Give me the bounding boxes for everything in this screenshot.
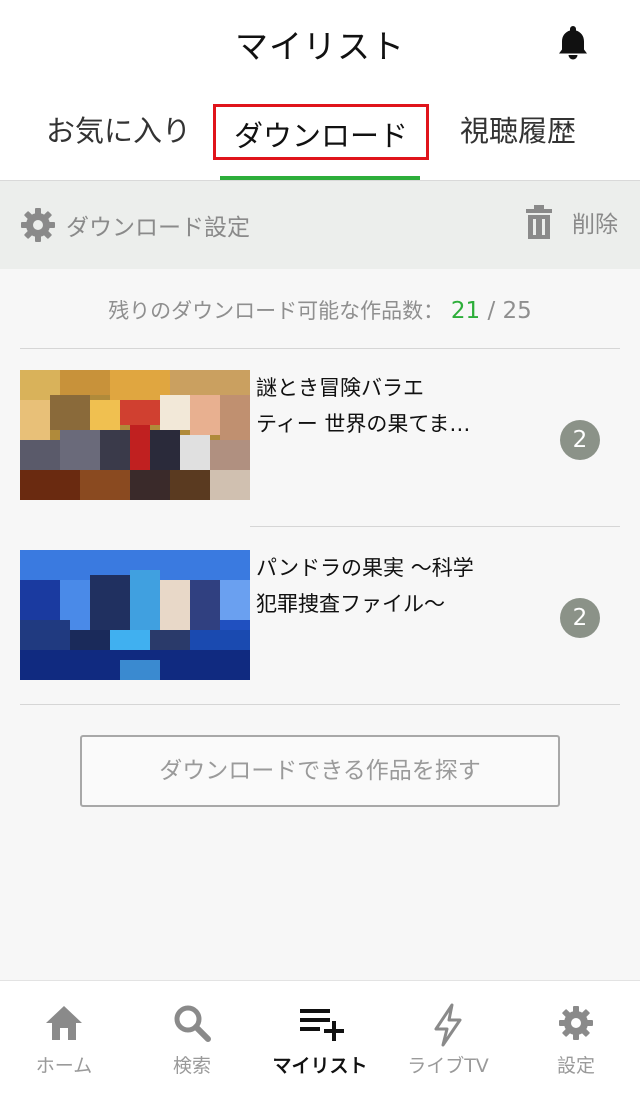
thumbnail-image (20, 550, 250, 680)
item-title: パンドラの果実 〜科学 犯罪捜査ファイル〜 (256, 550, 516, 622)
trash-icon (526, 205, 552, 239)
nav-mylist[interactable]: マイリスト (256, 981, 384, 1097)
item-title-line-1: 謎とき冒険バラエ (256, 376, 424, 400)
episode-count-badge: 2 (560, 420, 600, 460)
lightning-icon (434, 1003, 462, 1047)
nav-settings[interactable]: 設定 (512, 981, 640, 1097)
delete-button[interactable]: 削除 (524, 205, 618, 239)
total-count: 25 (502, 298, 532, 324)
thumbnail-image (20, 370, 250, 500)
bell-icon[interactable] (553, 22, 593, 62)
nav-search[interactable]: 検索 (128, 981, 256, 1097)
mylist-add-icon (300, 1009, 344, 1041)
download-remaining-counter: 残りのダウンロード可能な作品数： 21 / 25 (0, 295, 640, 325)
tab-bar: お気に入り ダウンロード 視聴履歴 (0, 84, 640, 181)
item-title-line-2: ティー 世界の果てま… (256, 412, 471, 436)
tab-favorites[interactable]: お気に入り (46, 108, 191, 150)
nav-home-label: ホーム (35, 1055, 93, 1077)
app-header: マイリスト (0, 0, 640, 84)
page-title: マイリスト (235, 27, 405, 66)
find-downloadable-button[interactable]: ダウンロードできる作品を探す (80, 735, 560, 807)
item-title-line-2: 犯罪捜査ファイル〜 (256, 592, 445, 616)
nav-search-label: 検索 (172, 1055, 211, 1077)
nav-livetv[interactable]: ライブTV (384, 981, 512, 1097)
list-item[interactable]: パンドラの果実 〜科学 犯罪捜査ファイル〜 2 (0, 526, 640, 704)
nav-settings-label: 設定 (556, 1055, 595, 1077)
search-icon (174, 1005, 211, 1042)
item-title-line-1: パンドラの果実 〜科学 (256, 556, 474, 580)
gear-icon (21, 208, 55, 242)
item-title: 謎とき冒険バラエ ティー 世界の果てま… (256, 370, 516, 442)
download-settings-button[interactable]: ダウンロード設定 (18, 205, 250, 245)
nav-livetv-label: ライブTV (407, 1055, 489, 1077)
bottom-nav: ホーム 検索 マイリスト ライブTV 設定 (0, 980, 640, 1097)
counter-separator: / (480, 298, 503, 324)
home-icon (46, 1006, 82, 1040)
remaining-count: 21 (450, 298, 481, 324)
active-tab-indicator (220, 176, 420, 180)
download-settings-label: ダウンロード設定 (66, 215, 250, 241)
episode-count-badge: 2 (560, 598, 600, 638)
list-item[interactable]: 謎とき冒険バラエ ティー 世界の果てま… 2 (0, 348, 640, 526)
download-toolbar: ダウンロード設定 削除 (0, 181, 640, 269)
gear-icon (559, 1006, 593, 1040)
counter-label: 残りのダウンロード可能な作品数： (108, 299, 445, 323)
nav-home[interactable]: ホーム (0, 981, 128, 1097)
delete-label: 削除 (572, 212, 618, 238)
divider (20, 704, 620, 705)
nav-mylist-label: マイリスト (272, 1055, 368, 1077)
tab-downloads[interactable]: ダウンロード (213, 104, 429, 160)
tab-history[interactable]: 視聴履歴 (460, 108, 576, 150)
